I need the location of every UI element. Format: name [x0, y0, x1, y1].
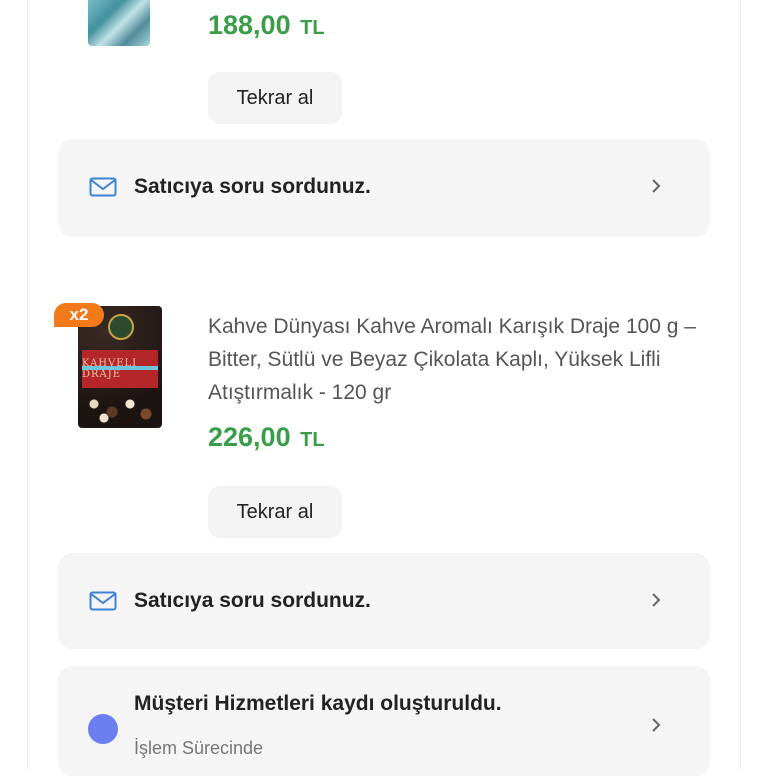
customer-service-row[interactable]: Müşteri Hizmetleri kaydı oluşturuldu. İş…	[58, 666, 710, 776]
dragee-pattern	[84, 396, 156, 424]
price-currency: TL	[300, 429, 325, 451]
customer-service-status: İşlem Sürecinde	[134, 738, 264, 758]
chevron-right-icon	[652, 593, 661, 607]
product-name-2[interactable]: Kahve Dünyası Kahve Aromalı Karışık Draj…	[208, 310, 708, 409]
rebuy-button-2[interactable]: Tekrar al	[208, 486, 342, 538]
product-price-2: 226,00 TL	[208, 422, 325, 453]
quantity-badge: x2	[54, 303, 104, 327]
seller-question-row-1[interactable]: Satıcıya soru sordunuz.	[58, 139, 710, 237]
mail-icon	[89, 177, 117, 197]
seller-question-text: Satıcıya soru sordunuz.	[134, 175, 371, 198]
product-price-1: 188,00 TL	[208, 10, 325, 41]
customer-service-title: Müşteri Hizmetleri kaydı oluşturuldu.	[134, 692, 502, 715]
status-indicator-icon	[88, 714, 118, 744]
price-amount: 188,00	[208, 10, 291, 40]
chevron-right-icon	[652, 179, 661, 193]
mail-icon	[89, 591, 117, 611]
product-image-1[interactable]	[88, 0, 150, 46]
chevron-right-icon	[652, 718, 661, 732]
package-stripe	[82, 366, 158, 370]
seller-question-text: Satıcıya soru sordunuz.	[134, 589, 371, 612]
brand-logo	[108, 314, 134, 340]
seller-question-row-2[interactable]: Satıcıya soru sordunuz.	[58, 553, 710, 649]
price-currency: TL	[300, 17, 325, 39]
rebuy-button-1[interactable]: Tekrar al	[208, 72, 342, 124]
price-amount: 226,00	[208, 422, 291, 452]
